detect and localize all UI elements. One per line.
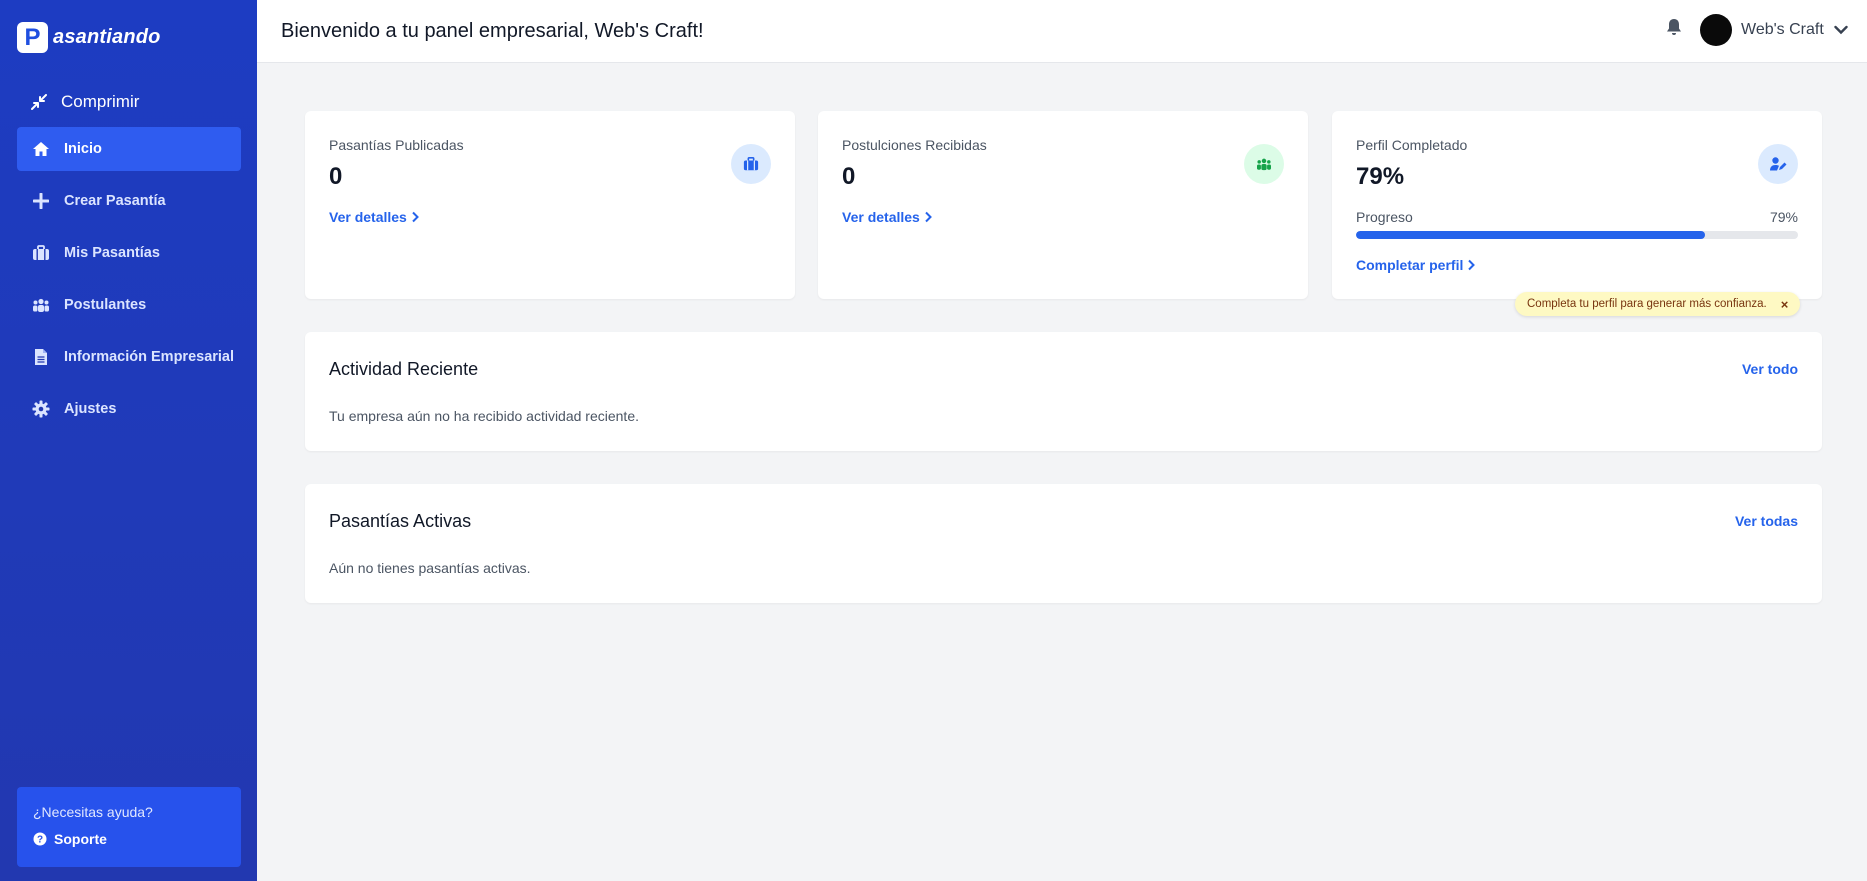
- top-header: Bienvenido a tu panel empresarial, Web's…: [257, 0, 1867, 63]
- stat-label: Pasantías Publicadas: [329, 137, 464, 153]
- stat-label: Perfil Completado: [1356, 137, 1468, 153]
- sidebar-item-label: Información Empresarial: [64, 349, 235, 365]
- support-link[interactable]: ? Soporte: [33, 831, 225, 847]
- sidebar-item-ajustes[interactable]: Ajustes: [17, 387, 241, 431]
- gear-icon: [32, 400, 50, 418]
- sidebar-item-label: Mis Pasantías: [64, 245, 160, 261]
- avatar: [1700, 14, 1732, 46]
- stat-value: 0: [329, 163, 343, 190]
- progress-fill: [1356, 231, 1706, 239]
- ver-todo-link[interactable]: Ver todo: [1742, 361, 1798, 377]
- notifications-bell-icon[interactable]: [1666, 18, 1682, 41]
- help-box: ¿Necesitas ayuda? ? Soporte: [17, 787, 241, 867]
- active-internships-section: Pasantías Activas Ver todas Aún no tiene…: [305, 484, 1822, 603]
- sidebar-nav: Inicio Crear Pasantía Mis Pasantías Post…: [17, 127, 241, 439]
- collapse-sidebar-button[interactable]: Comprimir: [31, 92, 139, 112]
- sidebar-item-mis-pasantias[interactable]: Mis Pasantías: [17, 231, 241, 275]
- section-title: Actividad Reciente: [329, 359, 479, 379]
- close-icon[interactable]: ×: [1781, 297, 1789, 312]
- sidebar-item-label: Crear Pasantía: [64, 193, 166, 209]
- stat-card-pasantias: Pasantías Publicadas 0 Ver detalles: [305, 111, 795, 299]
- stat-value: 0: [842, 163, 856, 190]
- sidebar-item-label: Ajustes: [64, 401, 117, 417]
- sidebar: P asantiando Comprimir Inicio Crear Pasa…: [0, 0, 257, 881]
- recent-activity-section: Actividad Reciente Ver todo Tu empresa a…: [305, 332, 1822, 451]
- stat-card-postulaciones: Postulciones Recibidas 0 Ver detalles: [818, 111, 1308, 299]
- ver-todas-link[interactable]: Ver todas: [1735, 513, 1798, 529]
- plus-icon: [32, 192, 50, 210]
- support-label: Soporte: [54, 831, 107, 847]
- stat-card-perfil: Perfil Completado 79% Progreso 79% Compl…: [1332, 111, 1822, 299]
- sidebar-item-postulantes[interactable]: Postulantes: [17, 283, 241, 327]
- question-circle-icon: ?: [33, 832, 47, 846]
- compress-icon: [31, 94, 47, 110]
- profile-tooltip: Completa tu perfil para generar más conf…: [1515, 292, 1801, 316]
- file-icon: [32, 348, 50, 366]
- user-edit-icon: [1758, 144, 1798, 184]
- stat-label: Postulciones Recibidas: [842, 137, 987, 153]
- chevron-right-icon: [1468, 259, 1476, 271]
- link-label: Ver detalles: [842, 209, 920, 225]
- user-menu[interactable]: Web's Craft: [1700, 14, 1848, 46]
- brand-logo[interactable]: P asantiando: [17, 22, 161, 53]
- welcome-title: Bienvenido a tu panel empresarial, Web's…: [281, 20, 704, 42]
- brand-name: asantiando: [53, 26, 161, 48]
- progress-label: Progreso: [1356, 209, 1413, 225]
- sidebar-item-label: Inicio: [64, 141, 102, 157]
- ver-detalles-link[interactable]: Ver detalles: [842, 209, 932, 225]
- briefcase-icon: [731, 144, 771, 184]
- chevron-right-icon: [412, 211, 419, 223]
- completar-perfil-link[interactable]: Completar perfil: [1356, 257, 1476, 273]
- progress-bar: [1356, 231, 1798, 239]
- chevron-right-icon: [925, 211, 932, 223]
- link-label: Completar perfil: [1356, 257, 1464, 273]
- empty-state-text: Aún no tienes pasantías activas.: [329, 560, 531, 576]
- sidebar-item-crear-pasantia[interactable]: Crear Pasantía: [17, 179, 241, 223]
- link-label: Ver detalles: [329, 209, 407, 225]
- collapse-label: Comprimir: [61, 92, 140, 111]
- logo-mark: P: [17, 22, 48, 53]
- svg-text:?: ?: [37, 835, 43, 846]
- tooltip-text: Completa tu perfil para generar más conf…: [1527, 298, 1767, 310]
- home-icon: [32, 140, 50, 158]
- sidebar-item-label: Postulantes: [64, 297, 147, 313]
- help-question: ¿Necesitas ayuda?: [33, 804, 153, 820]
- users-icon: [32, 296, 50, 314]
- chevron-down-icon: [1834, 25, 1848, 35]
- users-icon: [1244, 144, 1284, 184]
- user-name: Web's Craft: [1741, 21, 1824, 38]
- briefcase-icon: [32, 244, 50, 262]
- sidebar-item-inicio[interactable]: Inicio: [17, 127, 241, 171]
- progress-percent: 79%: [1769, 209, 1798, 225]
- ver-detalles-link[interactable]: Ver detalles: [329, 209, 419, 225]
- section-title: Pasantías Activas: [329, 511, 472, 531]
- sidebar-item-informacion-empresarial[interactable]: Información Empresarial: [17, 335, 241, 379]
- empty-state-text: Tu empresa aún no ha recibido actividad …: [329, 408, 639, 424]
- stat-value: 79%: [1356, 163, 1405, 190]
